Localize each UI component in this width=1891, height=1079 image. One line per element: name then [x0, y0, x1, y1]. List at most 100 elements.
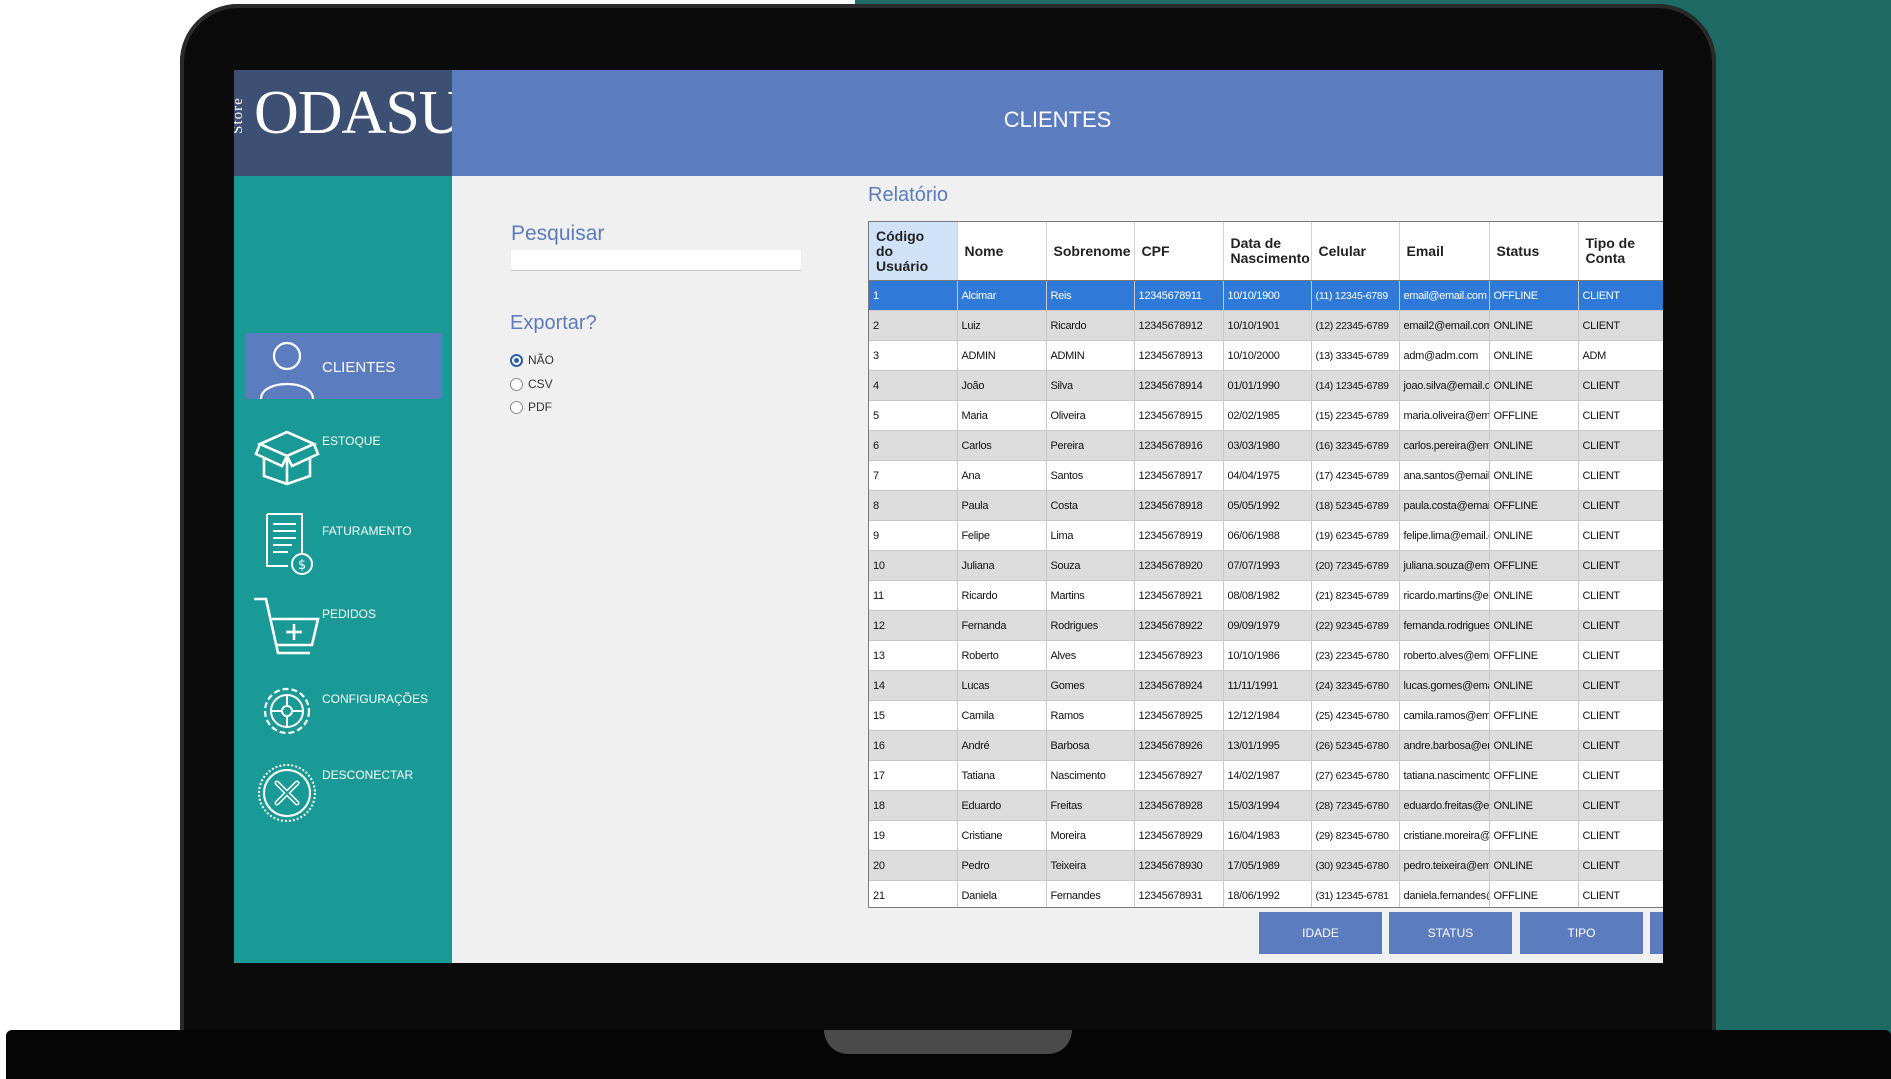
table-row[interactable]: 14 Lucas Gomes 12345678924 11/11/1991 (24) 32…: [869, 670, 1663, 701]
sidebar-item-desconectar[interactable]: DESCONECTAR: [246, 758, 442, 824]
table-cell: OFFLINE: [1489, 760, 1579, 791]
table-row[interactable]: 13 Roberto Alves 12345678923 10/10/1986 (23) …: [869, 640, 1663, 671]
phone-value: (28) 72345-6780: [1315, 799, 1389, 812]
table-row[interactable]: 5 Maria Oliveira 12345678915 02/02/1985 (15) …: [869, 400, 1663, 431]
table-cell: felipe.lima@email.com: [1399, 520, 1490, 551]
table-cell: Moreira: [1046, 820, 1135, 851]
table-cell: (17) 42345-6789: [1311, 460, 1400, 491]
sidebar-item-clientes[interactable]: CLIENTES: [246, 333, 442, 400]
table-cell: 12345678915: [1134, 400, 1224, 431]
table-cell: Eduardo: [957, 790, 1047, 821]
svg-text:$: $: [298, 558, 306, 573]
filter-tipo-button[interactable]: TIPO: [1520, 912, 1643, 954]
sidebar-item-pedidos[interactable]: PEDIDOS: [246, 593, 442, 659]
table-cell: 13: [869, 640, 958, 671]
table-row[interactable]: 6 Carlos Pereira 12345678916 03/03/1980 (16) …: [869, 430, 1663, 461]
table-cell: 12345678914: [1134, 370, 1224, 401]
export-option-pdf[interactable]: PDF: [510, 400, 552, 418]
report-table[interactable]: Código do Usuário Nome Sobrenome CPF Data …: [868, 221, 1663, 908]
column-header-nome[interactable]: Nome: [957, 222, 1047, 281]
app-window: Store ODASU CLIENTES CLIENTES ESTOQUE $ …: [234, 70, 1663, 963]
table-cell: 12345678918: [1134, 490, 1224, 521]
table-cell: OFFLINE: [1489, 550, 1579, 581]
table-cell: 12345678917: [1134, 460, 1224, 491]
table-cell: 7: [869, 460, 958, 491]
table-cell: 12345678929: [1134, 820, 1224, 851]
table-row[interactable]: 12 Fernanda Rodrigues 12345678922 09/09/1979…: [869, 610, 1663, 641]
table-cell: carlos.pereira@email.com: [1399, 430, 1490, 461]
table-cell: Lima: [1046, 520, 1135, 551]
disconnect-icon: [258, 764, 316, 822]
table-cell: ADM: [1578, 340, 1663, 371]
table-row[interactable]: 20 Pedro Teixeira 12345678930 17/05/1989 (30)…: [869, 850, 1663, 881]
table-cell: Cristiane: [957, 820, 1047, 851]
table-cell: 21: [869, 880, 958, 907]
table-cell: 6: [869, 430, 958, 461]
table-row[interactable]: 21 Daniela Fernandes 12345678931 18/06/1992(…: [869, 880, 1663, 907]
table-cell: CLIENT: [1578, 550, 1663, 581]
column-header-cpf[interactable]: CPF: [1134, 222, 1224, 281]
table-row[interactable]: 11 Ricardo Martins 12345678921 08/08/1982 (21…: [869, 580, 1663, 611]
table-cell: CLIENT: [1578, 730, 1663, 761]
table-row[interactable]: 7 Ana Santos 12345678917 04/04/1975 (17) 4234…: [869, 460, 1663, 491]
table-cell: 12345678926: [1134, 730, 1224, 761]
table-cell: ADMIN: [1046, 340, 1135, 371]
table-cell: CLIENT: [1578, 580, 1663, 611]
table-row[interactable]: 19 Cristiane Moreira 12345678929 16/04/1983(…: [869, 820, 1663, 851]
table-header-row: Código do Usuário Nome Sobrenome CPF Data …: [869, 222, 1663, 281]
table-row[interactable]: 9 Felipe Lima 12345678919 06/06/1988 (19) 623…: [869, 520, 1663, 551]
search-label: Pesquisar: [511, 222, 605, 245]
table-cell: 12345678927: [1134, 760, 1224, 791]
column-header-tipo[interactable]: Tipo de Conta: [1578, 222, 1663, 281]
table-cell: Pedro: [957, 850, 1047, 881]
column-header-email[interactable]: Email: [1399, 222, 1490, 281]
filter-more-button[interactable]: [1650, 912, 1663, 954]
phone-value: (11) 12345-6789: [1315, 289, 1389, 302]
table-row[interactable]: 1 Alcimar Reis 12345678911 10/10/1900 (11) 12…: [869, 280, 1663, 311]
table-row[interactable]: 3 ADMIN ADMIN 12345678913 10/10/2000 (13) 333…: [869, 340, 1663, 371]
table-row[interactable]: 2 Luiz Ricardo 12345678912 10/10/1901 (12) 22…: [869, 310, 1663, 341]
column-header-celular[interactable]: Celular: [1311, 222, 1400, 281]
table-row[interactable]: 18 Eduardo Freitas 12345678928 15/03/1994 (28…: [869, 790, 1663, 821]
table-cell: pedro.teixeira@email.com: [1399, 850, 1490, 881]
column-header-codigo[interactable]: Código do Usuário: [869, 222, 958, 281]
table-cell: 17/05/1989: [1223, 850, 1312, 881]
table-cell: Fernanda: [957, 610, 1047, 641]
table-row[interactable]: 4 João Silva 12345678914 01/01/1990 (14) 1234…: [869, 370, 1663, 401]
table-row[interactable]: 8 Paula Costa 12345678918 05/05/1992 (18) 523…: [869, 490, 1663, 521]
column-header-nascimento[interactable]: Data de Nascimento: [1223, 222, 1312, 281]
export-option-nao[interactable]: NÃO: [510, 353, 554, 371]
table-cell: Felipe: [957, 520, 1047, 551]
export-label: Exportar?: [510, 312, 597, 334]
filter-idade-button[interactable]: IDADE: [1259, 912, 1382, 954]
table-cell: maria.oliveira@email.com: [1399, 400, 1490, 431]
table-cell: CLIENT: [1578, 610, 1663, 641]
export-option-csv[interactable]: CSV: [510, 377, 553, 395]
table-cell: Freitas: [1046, 790, 1135, 821]
table-cell: Ricardo: [1046, 310, 1135, 341]
table-cell: 2: [869, 310, 958, 341]
table-row[interactable]: 15 Camila Ramos 12345678925 12/12/1984 (25) 4…: [869, 700, 1663, 731]
sidebar-item-configuracoes[interactable]: CONFIGURAÇÕES: [246, 676, 442, 742]
phone-value: (30) 92345-6780: [1315, 859, 1389, 872]
table-row[interactable]: 10 Juliana Souza 12345678920 07/07/1993 (20) …: [869, 550, 1663, 581]
sidebar-item-faturamento[interactable]: $ FATURAMENTO: [246, 508, 442, 575]
column-header-status[interactable]: Status: [1489, 222, 1579, 281]
sidebar: CLIENTES ESTOQUE $ FATURAMENTO PEDIDOS C…: [234, 176, 452, 963]
table-cell: Paula: [957, 490, 1047, 521]
table-cell: (29) 82345-6780: [1311, 820, 1400, 851]
filter-status-button[interactable]: STATUS: [1389, 912, 1512, 954]
table-cell: ONLINE: [1489, 340, 1579, 371]
table-cell: João: [957, 370, 1047, 401]
table-row[interactable]: 16 André Barbosa 12345678926 13/01/1995 (26) …: [869, 730, 1663, 761]
table-row[interactable]: 17 Tatiana Nascimento 12345678927 14/02/1987…: [869, 760, 1663, 791]
table-cell: ana.santos@email.com: [1399, 460, 1490, 491]
table-cell: 13/01/1995: [1223, 730, 1312, 761]
table-cell: 12345678931: [1134, 880, 1224, 907]
sidebar-item-estoque[interactable]: ESTOQUE: [246, 420, 442, 486]
search-input[interactable]: [511, 250, 801, 271]
table-cell: Daniela: [957, 880, 1047, 907]
column-header-sobrenome[interactable]: Sobrenome: [1046, 222, 1135, 281]
table-cell: (30) 92345-6780: [1311, 850, 1400, 881]
table-cell: (19) 62345-6789: [1311, 520, 1400, 551]
